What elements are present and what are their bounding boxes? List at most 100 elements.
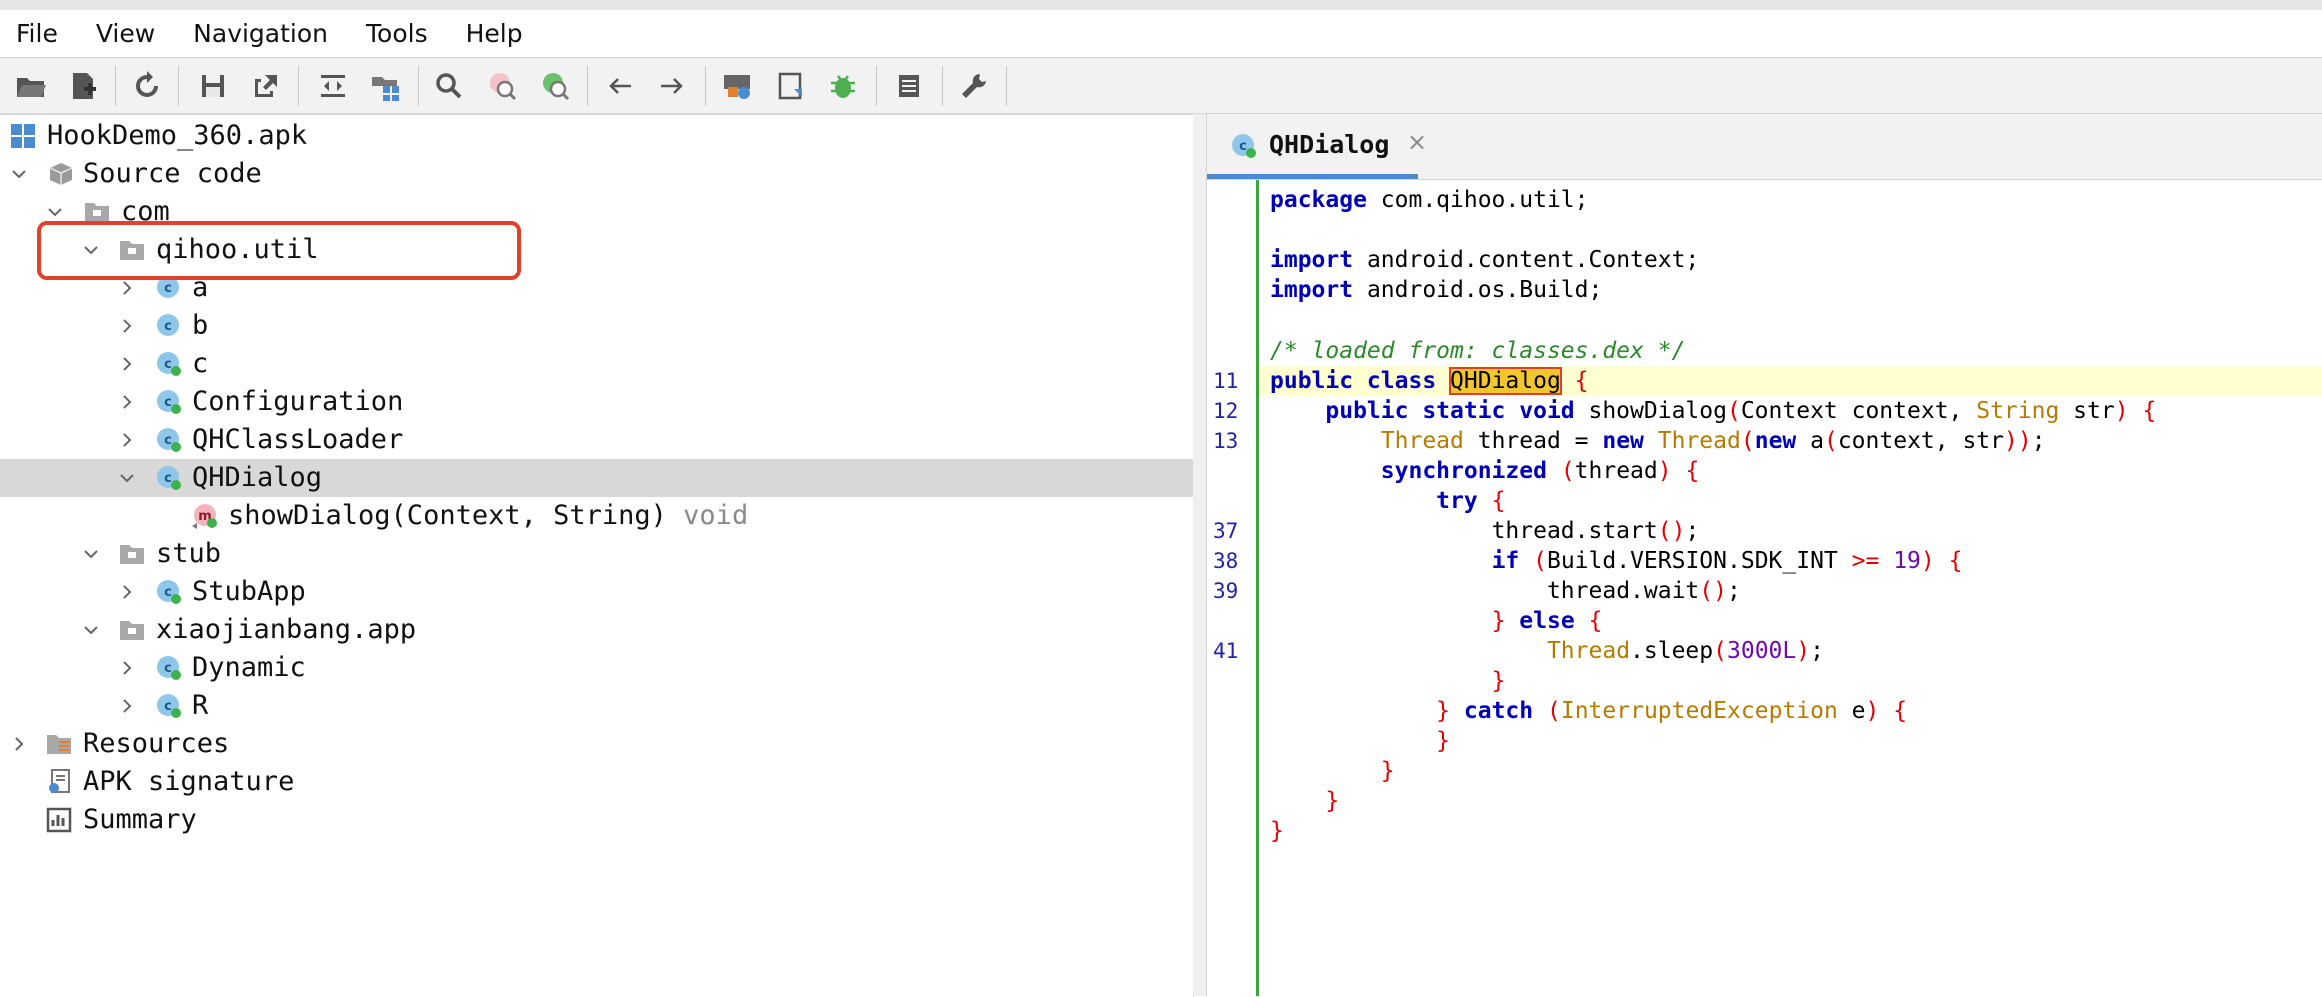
code-line: }: [1325, 788, 1340, 814]
tree-label: Configuration: [192, 386, 404, 417]
folder-icon: [118, 540, 146, 568]
tree-item-class-configuration[interactable]: c Configuration: [0, 383, 1193, 421]
code-editor[interactable]: 11 12 13 37 38 39 41 package com.qihoo.u…: [1207, 180, 2322, 996]
tree-item-apk-root[interactable]: HookDemo_360.apk: [0, 117, 1193, 155]
wrench-icon[interactable]: [951, 58, 997, 113]
chevron-down-icon[interactable]: [46, 203, 64, 221]
folder-grid-icon[interactable]: [363, 58, 409, 113]
chevron-right-icon[interactable]: [118, 697, 136, 715]
code-line: /* loaded from: classes.dex */: [1270, 338, 1686, 364]
menu-view[interactable]: View: [96, 19, 155, 48]
save-icon[interactable]: [190, 58, 236, 113]
tree-item-source-code[interactable]: Source code: [0, 155, 1193, 193]
code-line: } catch (InterruptedException e) {: [1436, 698, 1908, 724]
chevron-right-icon[interactable]: [118, 279, 136, 297]
class-name-token: QHDialog: [1449, 367, 1562, 395]
log-icon[interactable]: [886, 58, 932, 113]
line-number: 41: [1213, 639, 1239, 663]
tree-item-stub[interactable]: stub: [0, 535, 1193, 573]
tree-item-class-qhdialog[interactable]: c QHDialog: [0, 459, 1193, 497]
tree-item-xiaojianbang-app[interactable]: xiaojianbang.app: [0, 611, 1193, 649]
chevron-right-icon[interactable]: [118, 317, 136, 335]
tree-item-class-stubapp[interactable]: c StubApp: [0, 573, 1193, 611]
back-arrow-icon[interactable]: [597, 58, 643, 113]
window-top-strip: [0, 0, 2322, 10]
tree-item-class-c[interactable]: c c: [0, 345, 1193, 383]
tab-qhdialog[interactable]: c QHDialog ×: [1207, 114, 1427, 179]
method-return-type: void: [683, 500, 749, 531]
summary-icon: [45, 806, 73, 834]
line-number-gutter: 11 12 13 37 38 39 41: [1207, 180, 1256, 996]
tree-label: stub: [156, 538, 222, 569]
public-class-icon: c: [155, 464, 183, 492]
tree-item-method-showdialog[interactable]: m showDialog(Context, String) void: [0, 497, 1193, 535]
signature-icon: [45, 768, 73, 796]
code-line: thread.wait();: [1546, 578, 1741, 604]
chevron-down-icon[interactable]: [82, 545, 100, 563]
menu-tools[interactable]: Tools: [366, 19, 428, 48]
public-class-icon: c: [155, 578, 183, 606]
search-icon[interactable]: [426, 58, 472, 113]
tree-item-summary[interactable]: Summary: [0, 801, 1193, 839]
chevron-right-icon[interactable]: [118, 431, 136, 449]
tree-item-class-qhclassloader[interactable]: c QHClassLoader: [0, 421, 1193, 459]
svg-text:c: c: [164, 471, 172, 486]
chevron-right-icon[interactable]: [118, 583, 136, 601]
line-number: 11: [1213, 369, 1239, 393]
menu-navigation[interactable]: Navigation: [193, 19, 328, 48]
chevron-down-icon[interactable]: [10, 165, 28, 183]
tree-label: APK signature: [83, 766, 295, 797]
menu-help[interactable]: Help: [466, 19, 523, 48]
tree-label: StubApp: [192, 576, 306, 607]
svg-text:c: c: [164, 433, 172, 448]
close-icon[interactable]: ×: [1407, 128, 1427, 156]
code-line: }: [1270, 818, 1284, 844]
deobfuscation-icon[interactable]: [768, 58, 814, 113]
chevron-right-icon[interactable]: [118, 659, 136, 677]
svg-text:c: c: [164, 661, 172, 676]
menu-file[interactable]: File: [16, 19, 58, 48]
export-icon[interactable]: [243, 58, 289, 113]
line-number: 12: [1213, 399, 1239, 423]
code-line: public class QHDialog {: [1270, 367, 1589, 395]
sync-icon[interactable]: [124, 58, 170, 113]
tree-label: Dynamic: [192, 652, 306, 683]
method-icon: m: [191, 502, 219, 530]
open-folder-icon[interactable]: [8, 58, 54, 113]
tree-item-class-b[interactable]: c b: [0, 307, 1193, 345]
chevron-down-icon[interactable]: [118, 469, 136, 487]
tree-item-class-dynamic[interactable]: c Dynamic: [0, 649, 1193, 687]
debug-bug-icon[interactable]: [820, 58, 866, 113]
public-class-icon: c: [155, 654, 183, 682]
forward-arrow-icon[interactable]: [649, 58, 695, 113]
tree-label: R: [192, 690, 209, 721]
tree-label: b: [192, 310, 209, 341]
svg-text:c: c: [1239, 139, 1247, 154]
tree-item-resources[interactable]: Resources: [0, 725, 1193, 763]
menu-bar: File View Navigation Tools Help: [0, 10, 2322, 58]
add-file-icon[interactable]: [60, 58, 106, 113]
chevron-right-icon[interactable]: [10, 735, 28, 753]
tree-label: Resources: [83, 728, 230, 759]
find-class-icon[interactable]: [480, 58, 526, 113]
pane-splitter[interactable]: [1193, 114, 1207, 996]
public-class-icon: c: [155, 388, 183, 416]
code-line: }: [1491, 668, 1506, 694]
tree-label: QHClassLoader: [192, 424, 404, 455]
chevron-right-icon[interactable]: [118, 355, 136, 373]
tree-item-apk-signature[interactable]: APK signature: [0, 763, 1193, 801]
tree-label: QHDialog: [192, 462, 323, 493]
tab-title: QHDialog: [1269, 130, 1390, 159]
chevron-right-icon[interactable]: [118, 393, 136, 411]
code-line: if (Build.VERSION.SDK_INT >= 19) {: [1491, 548, 1963, 574]
settings-lock-icon[interactable]: [714, 58, 760, 113]
find-usage-icon[interactable]: [533, 58, 579, 113]
public-class-icon: c: [155, 350, 183, 378]
tree-item-class-r[interactable]: c R: [0, 687, 1193, 725]
code-line: try {: [1436, 488, 1506, 514]
expand-icon[interactable]: [310, 58, 356, 113]
svg-text:c: c: [164, 585, 172, 600]
chevron-down-icon[interactable]: [82, 621, 100, 639]
code-line: Thread thread = new Thread(new a(context…: [1380, 428, 2046, 454]
public-class-icon: c: [155, 426, 183, 454]
